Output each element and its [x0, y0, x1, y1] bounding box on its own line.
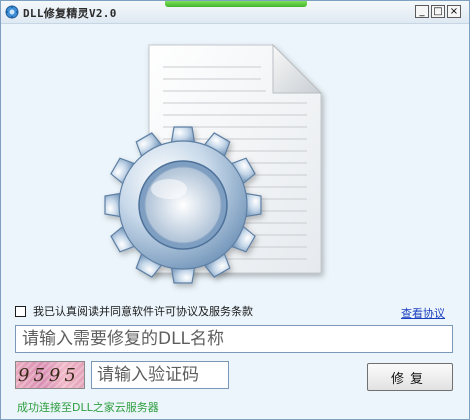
dll-name-input[interactable]	[15, 325, 453, 353]
minimize-button[interactable]: _	[415, 5, 429, 18]
maximize-button[interactable]: □	[431, 5, 445, 18]
captcha-image[interactable]: 9595	[15, 361, 85, 389]
connection-status: 成功连接至DLL之家云服务器	[17, 401, 159, 414]
view-agreement-link[interactable]: 查看协议	[401, 305, 445, 321]
agreement-row: 我已认真阅读并同意软件许可协议及服务条款	[15, 303, 253, 319]
agreement-checkbox[interactable]	[15, 305, 26, 317]
app-window: DLL修复精灵V2.0 _ □ × 我已认真阅读并同意软件许可协议及服务条款 查…	[0, 0, 470, 420]
captcha-text: 9595	[18, 365, 80, 386]
agreement-label[interactable]: 我已认真阅读并同意软件许可协议及服务条款	[33, 303, 253, 319]
title-accent-bar	[165, 1, 307, 7]
title-bar[interactable]: DLL修复精灵V2.0 _ □ ×	[1, 1, 469, 24]
captcha-input[interactable]	[91, 361, 229, 389]
repair-button[interactable]: 修复	[367, 363, 453, 391]
document-gear-icon	[104, 43, 323, 284]
close-button[interactable]: ×	[447, 5, 461, 18]
window-title: DLL修复精灵V2.0	[23, 7, 117, 20]
app-logo-icon	[5, 5, 19, 19]
